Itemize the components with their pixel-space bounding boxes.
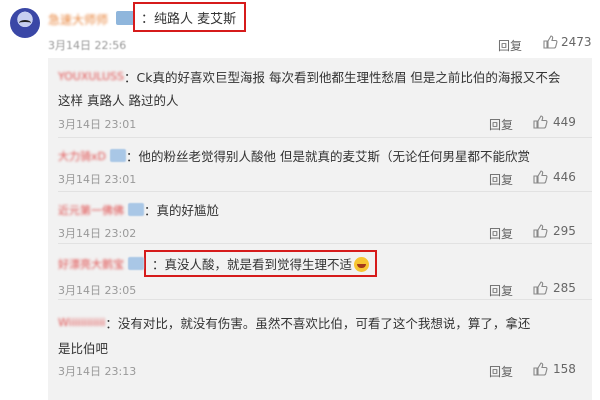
reply-text-continued: 这样 真路人 路过的人: [58, 93, 179, 108]
reply-username[interactable]: Wiiiiiiiiiiii: [58, 316, 105, 329]
reply-username[interactable]: 近元第一佛佛: [58, 202, 124, 218]
reply-time: 3月14日 23:05: [58, 284, 137, 297]
like-button[interactable]: 285: [532, 280, 576, 296]
reply-button[interactable]: 回复: [489, 363, 513, 380]
reply-text-continued: 是比伯吧: [58, 341, 109, 356]
like-button[interactable]: 449: [532, 114, 576, 130]
member-badge-icon: [109, 149, 126, 162]
member-badge-icon: [128, 257, 144, 270]
reply-item: 好漂亮大鹅宝 ：真没人酸，就是看到觉得生理不适 3月14日 23:05 回复 2…: [48, 244, 592, 300]
top-comment-like-count: 2473: [561, 35, 592, 49]
reply-item: YOUXULUSS：Ck真的好喜欢巨型海报 每次看到他都生理性愁眉 但是之前比伯…: [48, 58, 592, 138]
thumb-up-icon: [543, 35, 558, 49]
replies-panel: YOUXULUSS：Ck真的好喜欢巨型海报 每次看到他都生理性愁眉 但是之前比伯…: [48, 58, 592, 400]
laugh-cry-emoji-icon: [354, 257, 370, 272]
top-comment: 急速大师师 ：纯路人 麦艾斯 3月14日 22:56 回复 2473: [0, 0, 600, 56]
reply-text-highlighted: ：真没人酸，就是看到觉得生理不适: [144, 250, 378, 277]
reply-item: 大力骑xD ：他的粉丝老觉得别人酸他 但是就真的麦艾斯（无论任何男星都不能欣赏 …: [48, 138, 592, 192]
reply-button[interactable]: 回复: [489, 225, 513, 242]
reply-button[interactable]: 回复: [489, 116, 513, 133]
thumb-up-icon: [533, 362, 548, 376]
top-comment-time: 3月14日 22:56: [48, 39, 127, 52]
top-comment-username[interactable]: 急速大师师: [48, 11, 108, 28]
reply-text: ：真的好尴尬: [144, 203, 220, 218]
like-button[interactable]: 158: [532, 361, 576, 377]
like-count: 446: [553, 170, 576, 184]
member-badge-icon: [128, 203, 144, 216]
reply-username[interactable]: 大力骑xD: [58, 148, 106, 164]
like-count: 449: [553, 115, 576, 129]
like-count: 285: [553, 281, 576, 295]
top-comment-like-button[interactable]: 2473: [542, 34, 592, 50]
reply-username[interactable]: 好漂亮大鹅宝: [58, 256, 124, 272]
like-count: 295: [553, 224, 576, 238]
reply-button[interactable]: 回复: [489, 171, 513, 188]
reply-username[interactable]: YOUXULUSS: [58, 70, 124, 83]
thumb-up-icon: [533, 115, 548, 129]
reply-text: ：他的粉丝老觉得别人酸他 但是就真的麦艾斯（无论任何男星都不能欣赏: [125, 149, 530, 164]
thumb-up-icon: [533, 170, 548, 184]
reply-time: 3月14日 23:01: [58, 173, 137, 186]
reply-item: Wiiiiiiiiiiii：没有对比，就没有伤害。虽然不喜欢比伯，可看了这个我想…: [48, 300, 592, 400]
thumb-up-icon: [533, 281, 548, 295]
avatar[interactable]: [10, 8, 40, 38]
reply-item: 近元第一佛佛 ：真的好尴尬 3月14日 23:02 回复 295: [48, 192, 592, 244]
reply-text: ：没有对比，就没有伤害。虽然不喜欢比伯，可看了这个我想说，算了，拿还: [105, 316, 531, 331]
reply-time: 3月14日 23:13: [58, 365, 137, 378]
reply-time: 3月14日 23:02: [58, 227, 137, 240]
reply-button[interactable]: 回复: [489, 282, 513, 299]
like-button[interactable]: 295: [532, 223, 576, 239]
reply-time: 3月14日 23:01: [58, 118, 137, 131]
top-comment-text: ：纯路人 麦艾斯: [133, 2, 247, 32]
top-comment-reply-button[interactable]: 回复: [498, 37, 522, 54]
reply-text: ：Ck真的好喜欢巨型海报 每次看到他都生理性愁眉 但是之前比伯的海报又不会: [124, 70, 561, 85]
like-button[interactable]: 446: [532, 169, 576, 185]
like-count: 158: [553, 362, 576, 376]
thumb-up-icon: [533, 224, 548, 238]
